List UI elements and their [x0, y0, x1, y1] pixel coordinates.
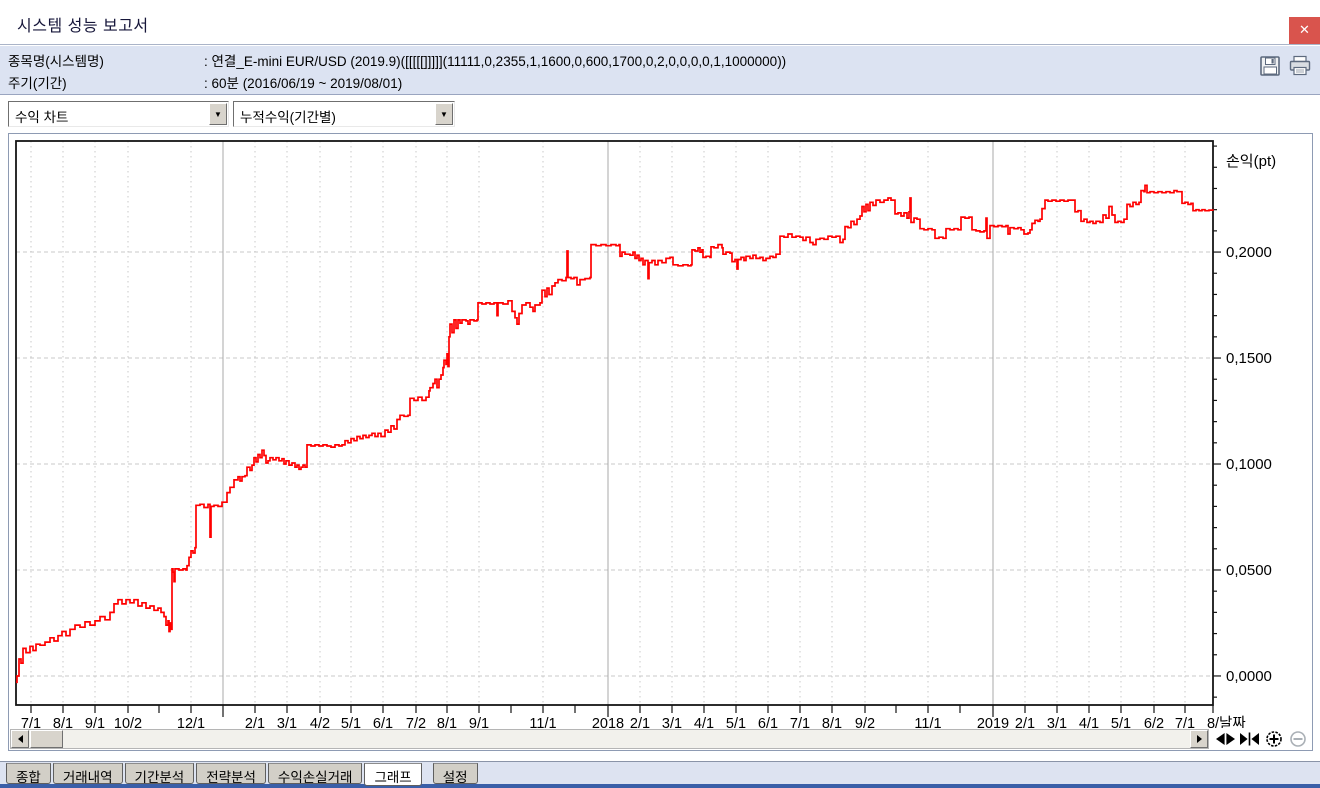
tab-기간분석[interactable]: 기간분석 [125, 763, 195, 784]
svg-text:날짜: 날짜 [1219, 715, 1246, 728]
fit-width-icon[interactable] [1239, 731, 1260, 747]
svg-text:0,1000: 0,1000 [1226, 456, 1272, 473]
svg-text:12/1: 12/1 [177, 716, 205, 728]
chart-nav-icons [1215, 729, 1312, 749]
chevron-down-icon[interactable]: ▼ [435, 103, 453, 125]
svg-text:8/1: 8/1 [53, 716, 73, 728]
svg-text:5/1: 5/1 [1111, 716, 1131, 728]
svg-text:5/1: 5/1 [726, 716, 746, 728]
period-value: : 60분 (2016/06/19 ~ 2019/08/01) [204, 76, 402, 91]
svg-text:3/1: 3/1 [1047, 716, 1067, 728]
zoom-out-icon[interactable] [1287, 731, 1308, 747]
tab-거래내역[interactable]: 거래내역 [53, 763, 123, 784]
svg-text:9/1: 9/1 [85, 716, 105, 728]
chart-toolbar: 수익 차트 ▼ 누적수익(기간별) ▼ [0, 96, 1320, 133]
chart-type-dropdown[interactable]: 수익 차트 ▼ [8, 101, 229, 127]
symbol-value: : 연결_E-mini EUR/USD (2019.9)([[[[[]]]]](… [204, 54, 786, 69]
horizontal-scrollbar[interactable] [10, 729, 1209, 749]
svg-text:2/1: 2/1 [1015, 716, 1035, 728]
svg-text:3/1: 3/1 [277, 716, 297, 728]
save-icon[interactable] [1258, 53, 1282, 79]
report-tab-strip: 종합거래내역기간분석전략분석수익손실거래그래프 설정 [0, 761, 1320, 788]
svg-text:11/1: 11/1 [914, 716, 941, 728]
svg-text:0,0000: 0,0000 [1226, 668, 1272, 685]
symbol-label: 종목명(시스템명) [8, 50, 204, 70]
print-icon[interactable] [1288, 53, 1312, 79]
window-bottom-edge [0, 784, 1320, 788]
svg-text:10/2: 10/2 [114, 716, 142, 728]
tab-설정[interactable]: 설정 [433, 763, 478, 784]
svg-text:7/1: 7/1 [790, 716, 810, 728]
tab-종합[interactable]: 종합 [6, 763, 51, 784]
svg-text:0,0500: 0,0500 [1226, 562, 1272, 579]
svg-text:0,2000: 0,2000 [1226, 244, 1272, 261]
svg-text:9/2: 9/2 [855, 716, 875, 728]
scroll-right-button[interactable] [1190, 730, 1208, 748]
window-title: 시스템 성능 보고서 [17, 12, 149, 36]
metric-dropdown[interactable]: 누적수익(기간별) ▼ [233, 101, 455, 127]
tab-수익손실거래[interactable]: 수익손실거래 [268, 763, 363, 784]
svg-text:6/1: 6/1 [373, 716, 393, 728]
svg-text:4/1: 4/1 [694, 716, 714, 728]
svg-text:0,1500: 0,1500 [1226, 350, 1272, 367]
chevron-down-icon[interactable]: ▼ [209, 103, 227, 125]
svg-text:2/1: 2/1 [245, 716, 265, 728]
close-button[interactable]: ✕ [1289, 17, 1320, 44]
svg-text:5/1: 5/1 [341, 716, 361, 728]
svg-text:4/2: 4/2 [310, 716, 330, 728]
period-row: 주기(기간): 60분 (2016/06/19 ~ 2019/08/01) [8, 72, 402, 94]
header-icon-group [1258, 53, 1312, 79]
svg-text:2/1: 2/1 [630, 716, 650, 728]
svg-text:6/1: 6/1 [758, 716, 778, 728]
symbol-row: 종목명(시스템명): 연결_E-mini EUR/USD (2019.9)([[… [8, 50, 786, 72]
chart-type-value: 수익 차트 [15, 106, 68, 126]
cumulative-profit-chart: 0,0000 0,0500 0,1000 0,1500 0,2000 손익(pt) 7/1 8… [9, 134, 1312, 728]
expand-horizontal-icon[interactable] [1215, 731, 1236, 747]
svg-text:8/1: 8/1 [822, 716, 842, 728]
tab-list: 종합거래내역기간분석전략분석수익손실거래그래프 설정 [6, 763, 480, 786]
period-label: 주기(기간) [8, 72, 204, 92]
svg-text:3/1: 3/1 [662, 716, 682, 728]
scrollbar-thumb[interactable] [30, 730, 63, 748]
title-bar: 시스템 성능 보고서 ✕ [0, 0, 1320, 45]
report-header-panel: 종목명(시스템명): 연결_E-mini EUR/USD (2019.9)([[… [0, 46, 1320, 95]
scroll-left-button[interactable] [11, 730, 29, 748]
svg-text:2019: 2019 [977, 716, 1009, 728]
svg-text:9/1: 9/1 [469, 716, 489, 728]
svg-text:8/1: 8/1 [437, 716, 457, 728]
svg-text:7/1: 7/1 [21, 716, 41, 728]
left-arrow-icon [14, 735, 23, 743]
metric-value: 누적수익(기간별) [240, 106, 336, 126]
svg-text:7/1: 7/1 [1175, 716, 1195, 728]
svg-text:4/1: 4/1 [1079, 716, 1099, 728]
right-arrow-icon [1197, 735, 1206, 743]
tab-전략분석[interactable]: 전략분석 [196, 763, 266, 784]
svg-text:11/1: 11/1 [529, 716, 556, 728]
profit-chart-panel: 0,0000 0,0500 0,1000 0,1500 0,2000 손익(pt) 7/1 8… [8, 133, 1313, 751]
zoom-in-icon[interactable] [1263, 731, 1284, 747]
chart-scroll-row [9, 728, 1312, 750]
svg-text:6/2: 6/2 [1144, 716, 1164, 728]
svg-text:2018: 2018 [592, 716, 624, 728]
svg-text:손익(pt): 손익(pt) [1226, 153, 1276, 170]
svg-text:7/2: 7/2 [406, 716, 426, 728]
tab-그래프[interactable]: 그래프 [364, 763, 421, 786]
